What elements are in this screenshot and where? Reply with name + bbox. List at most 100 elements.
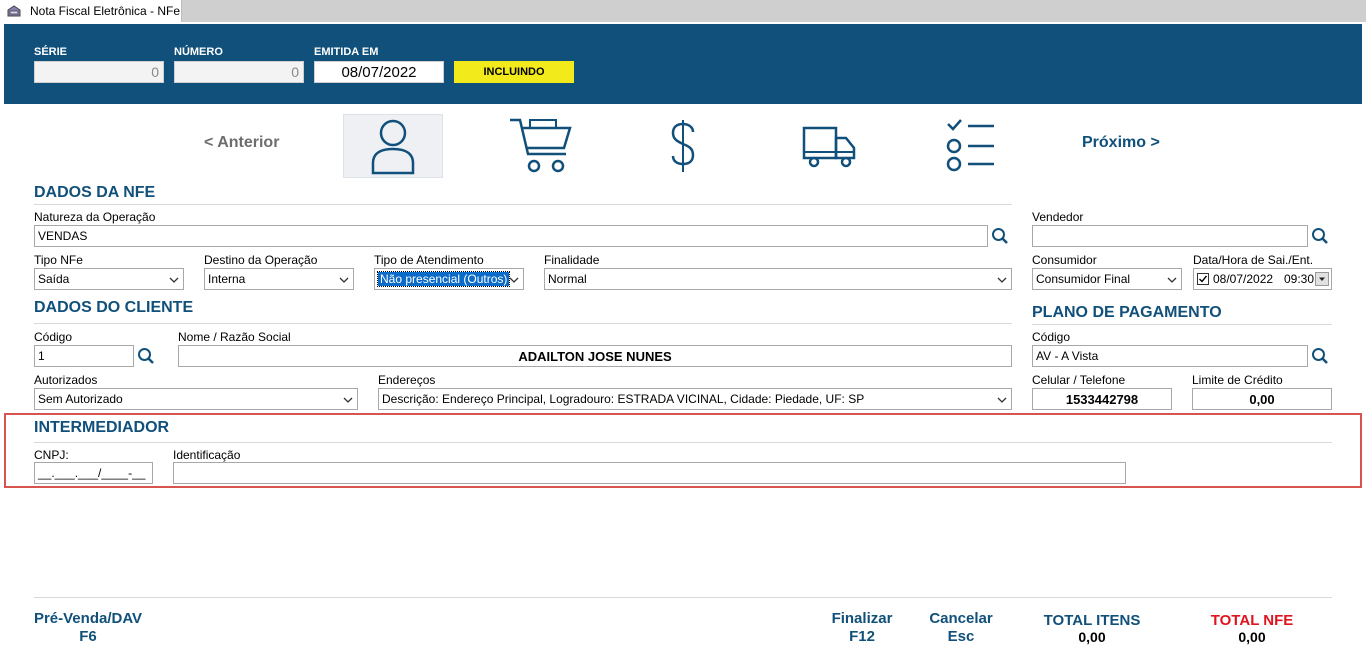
consumidor-value: Consumidor Final xyxy=(1036,272,1131,286)
identificacao-field[interactable] xyxy=(173,462,1126,484)
step-payment[interactable] xyxy=(633,114,733,178)
cart-icon xyxy=(489,114,589,176)
plano-codigo-label: Código xyxy=(1032,330,1071,344)
hora-value: 09:30 xyxy=(1284,272,1315,286)
chevron-down-icon xyxy=(339,274,349,284)
autorizados-label: Autorizados xyxy=(34,373,98,387)
atendimento-value: Não presencial (Outros) xyxy=(376,271,511,287)
app-icon xyxy=(6,4,22,18)
step-transport[interactable] xyxy=(778,114,878,178)
step-client[interactable] xyxy=(343,114,443,178)
cliente-codigo-field[interactable]: 1 xyxy=(34,345,134,367)
limite-label: Limite de Crédito xyxy=(1192,373,1283,387)
tipo-nfe-select[interactable]: Saída xyxy=(34,268,184,290)
autorizados-select[interactable]: Sem Autorizado xyxy=(34,388,358,410)
nome-label: Nome / Razão Social xyxy=(178,330,291,344)
total-nfe-label: TOTAL NFE xyxy=(1210,612,1294,629)
finalidade-label: Finalidade xyxy=(544,253,600,267)
checklist-icon xyxy=(922,114,1022,176)
data-hora-picker[interactable]: 08/07/2022 09:30 xyxy=(1193,268,1332,290)
date-dropdown-button[interactable] xyxy=(1315,272,1329,286)
cliente-codigo-label: Código xyxy=(34,330,73,344)
finalizar-label: Finalizar xyxy=(831,610,893,627)
data-checkbox[interactable] xyxy=(1197,273,1209,285)
cancelar-button[interactable]: Cancelar Esc xyxy=(921,610,1001,646)
limite-field[interactable]: 0,00 xyxy=(1192,388,1332,410)
plano-codigo-field[interactable]: AV - A Vista xyxy=(1032,345,1308,367)
tipo-nfe-label: Tipo NFe xyxy=(34,253,83,267)
enderecos-label: Endereços xyxy=(378,373,436,387)
nome-field[interactable]: ADAILTON JOSE NUNES xyxy=(178,345,1012,367)
consumidor-select[interactable]: Consumidor Final xyxy=(1032,268,1182,290)
section-title-dados-cliente: DADOS DO CLIENTE xyxy=(34,299,194,316)
consumidor-label: Consumidor xyxy=(1032,253,1097,267)
serie-label: SÉRIE xyxy=(34,46,68,58)
chevron-down-icon xyxy=(997,274,1007,284)
search-icon xyxy=(1308,227,1332,245)
plano-search-button[interactable] xyxy=(1308,345,1332,367)
natureza-search-button[interactable] xyxy=(988,225,1012,247)
destino-value: Interna xyxy=(208,272,246,286)
atendimento-label: Tipo de Atendimento xyxy=(374,253,484,267)
atendimento-select[interactable]: Não presencial (Outros) xyxy=(374,268,524,290)
total-itens: TOTAL ITENS 0,00 xyxy=(1032,612,1152,645)
cancelar-shortcut: Esc xyxy=(947,628,975,645)
step-products[interactable] xyxy=(489,114,589,178)
vendedor-search-button[interactable] xyxy=(1308,225,1332,247)
emitida-field[interactable]: 08/07/2022 xyxy=(314,61,444,83)
serie-field[interactable]: 0 xyxy=(34,61,164,83)
total-nfe: TOTAL NFE 0,00 xyxy=(1192,612,1312,645)
step-summary[interactable] xyxy=(922,114,1022,178)
search-icon xyxy=(134,347,158,365)
finalizar-shortcut: F12 xyxy=(849,628,875,645)
prevenda-shortcut: F6 xyxy=(79,628,97,645)
emitida-label: EMITIDA EM xyxy=(314,46,379,58)
section-title-intermediador: INTERMEDIADOR xyxy=(34,419,170,436)
finalizar-button[interactable]: Finalizar F12 xyxy=(822,610,902,646)
chevron-down-icon xyxy=(169,274,179,284)
destino-label: Destino da Operação xyxy=(204,253,318,267)
autorizados-value: Sem Autorizado xyxy=(38,392,123,406)
finalidade-select[interactable]: Normal xyxy=(544,268,1012,290)
previous-step-button[interactable]: < Anterior xyxy=(204,134,279,152)
section-title-dados-nfe: DADOS DA NFE xyxy=(34,184,156,201)
vendedor-field[interactable] xyxy=(1032,225,1308,247)
section-divider xyxy=(34,442,1332,443)
search-icon xyxy=(1308,347,1332,365)
window-title: Nota Fiscal Eletrônica - NFe xyxy=(30,4,181,18)
search-icon xyxy=(988,227,1012,245)
data-hora-label: Data/Hora de Sai./Ent. xyxy=(1193,253,1314,267)
natureza-field[interactable]: VENDAS xyxy=(34,225,988,247)
tipo-nfe-value: Saída xyxy=(38,272,70,286)
cliente-search-button[interactable] xyxy=(134,345,158,367)
chevron-down-icon xyxy=(509,274,519,284)
data-value: 08/07/2022 xyxy=(1213,272,1274,286)
truck-icon xyxy=(778,114,878,176)
window-titlebar xyxy=(0,0,1366,22)
enderecos-select[interactable]: Descrição: Endereço Principal, Logradour… xyxy=(378,388,1012,410)
status-badge: INCLUINDO xyxy=(454,61,574,83)
chevron-down-icon xyxy=(997,394,1007,404)
natureza-label: Natureza da Operação xyxy=(34,210,156,224)
chevron-down-icon xyxy=(1167,274,1177,284)
celular-field[interactable]: 1533442798 xyxy=(1032,388,1172,410)
section-title-plano-pagamento: PLANO DE PAGAMENTO xyxy=(1032,304,1222,321)
numero-field[interactable]: 0 xyxy=(174,61,304,83)
cancelar-label: Cancelar xyxy=(929,610,993,627)
numero-label: NÚMERO xyxy=(174,46,223,58)
vendedor-label: Vendedor xyxy=(1032,210,1084,224)
enderecos-value: Descrição: Endereço Principal, Logradour… xyxy=(382,392,865,406)
chevron-down-icon xyxy=(343,394,353,404)
footer-divider xyxy=(34,597,1332,598)
cnpj-field[interactable]: __.___.___/____-__ xyxy=(34,462,153,484)
finalidade-value: Normal xyxy=(548,272,587,286)
total-itens-label: TOTAL ITENS xyxy=(1043,612,1141,629)
prevenda-button[interactable]: Pré-Venda/DAV F6 xyxy=(28,610,148,646)
section-divider xyxy=(34,323,1012,324)
next-step-button[interactable]: Próximo > xyxy=(1082,134,1160,152)
section-divider xyxy=(34,204,1012,205)
identificacao-label: Identificação xyxy=(173,448,241,462)
destino-select[interactable]: Interna xyxy=(204,268,354,290)
window-tab[interactable]: Nota Fiscal Eletrônica - NFe xyxy=(0,0,182,22)
user-icon xyxy=(344,115,442,177)
